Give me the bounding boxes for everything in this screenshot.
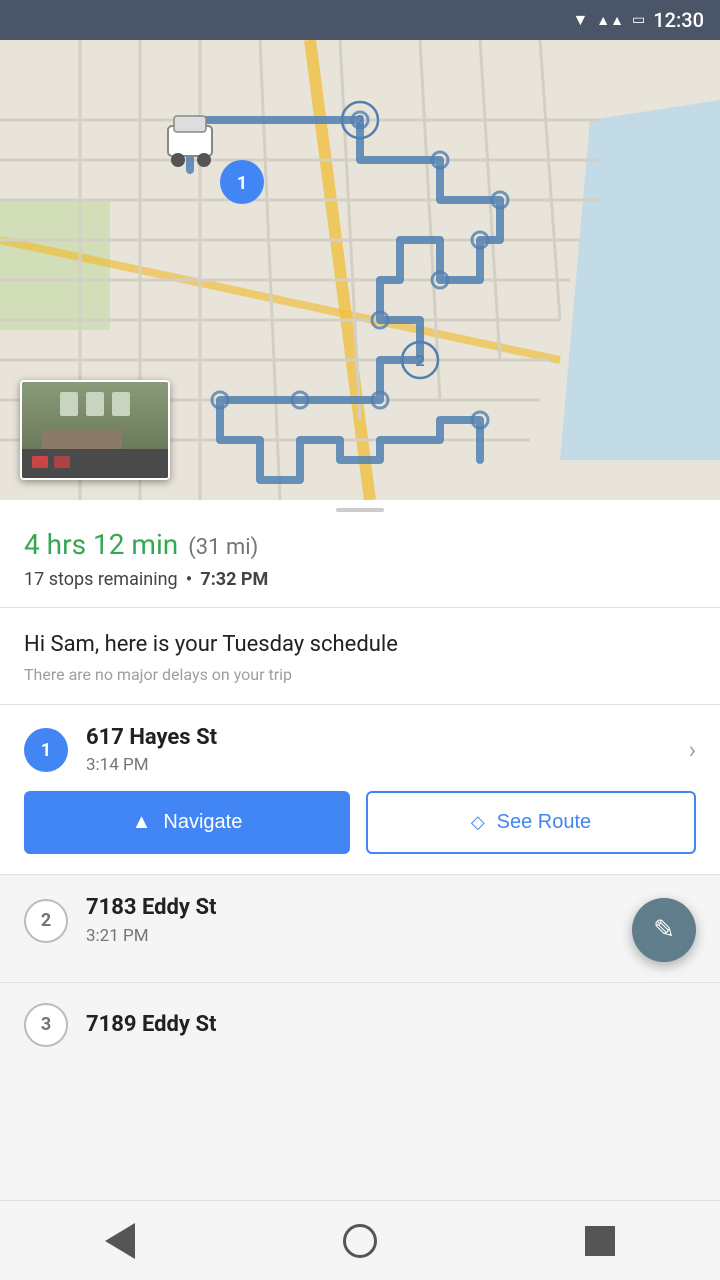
status-icons: ▼ ▲▲ ▭ 12:30 xyxy=(572,8,704,32)
stop-chevron-1[interactable]: › xyxy=(689,736,696,764)
back-icon xyxy=(105,1223,135,1259)
stop-address-3: 7189 Eddy St xyxy=(86,1012,696,1038)
stop-info-3: 7189 Eddy St xyxy=(86,1012,696,1038)
schedule-greeting: Hi Sam, here is your Tuesday schedule xyxy=(24,632,696,657)
stop-info-2: 7183 Eddy St 3:21 PM xyxy=(86,895,696,945)
svg-text:1: 1 xyxy=(237,173,247,194)
see-route-button[interactable]: ◇ See Route xyxy=(366,791,696,854)
fab-container: ✎ xyxy=(632,898,696,962)
stops-remaining-label: 17 stops remaining xyxy=(24,569,178,590)
stop-badge-2: 2 xyxy=(24,899,68,943)
stop-info-1: 617 Hayes St 3:14 PM xyxy=(86,725,671,775)
duration-label: 4 hrs 12 min xyxy=(24,528,178,561)
schedule-delay-status: There are no major delays on your trip xyxy=(24,665,696,684)
stop-nav-button[interactable] xyxy=(570,1211,630,1271)
street-photo-thumbnail[interactable] xyxy=(20,380,170,480)
signal-icon: ▲▲ xyxy=(596,12,624,29)
home-nav-button[interactable] xyxy=(330,1211,390,1271)
battery-icon: ▭ xyxy=(632,12,645,28)
drag-handle[interactable] xyxy=(0,500,720,516)
separator-dot: • xyxy=(186,567,193,591)
action-buttons-1: ▲ Navigate ◇ See Route xyxy=(24,791,696,854)
stop-item-1: 1 617 Hayes St 3:14 PM › ▲ Navigate ◇ Se… xyxy=(0,705,720,875)
navigate-icon: ▲ xyxy=(132,811,152,834)
status-bar: ▼ ▲▲ ▭ 12:30 xyxy=(0,0,720,40)
stop-badge-3: 3 xyxy=(24,1003,68,1047)
stop-time-2: 3:21 PM xyxy=(86,926,696,946)
route-icon: ◇ xyxy=(471,812,485,833)
stop-icon xyxy=(585,1226,615,1256)
stop-item-2: 2 7183 Eddy St 3:21 PM ✎ xyxy=(0,875,720,982)
status-time: 12:30 xyxy=(653,8,704,32)
stop-badge-1: 1 xyxy=(24,728,68,772)
stop-item-3-preview: 3 7189 Eddy St xyxy=(0,983,720,1047)
edit-icon: ✎ xyxy=(653,915,675,945)
wifi-icon: ▼ xyxy=(572,10,588,30)
time-info-section: 4 hrs 12 min (31 mi) 17 stops remaining … xyxy=(0,516,720,608)
schedule-section: Hi Sam, here is your Tuesday schedule Th… xyxy=(0,608,720,705)
navigate-button[interactable]: ▲ Navigate xyxy=(24,791,350,854)
eta-label: 7:32 PM xyxy=(200,569,268,590)
back-nav-button[interactable] xyxy=(90,1211,150,1271)
svg-text:2: 2 xyxy=(355,111,364,130)
edit-fab-button[interactable]: ✎ xyxy=(632,898,696,962)
home-icon xyxy=(343,1224,377,1258)
stop-time-1: 3:14 PM xyxy=(86,755,671,775)
svg-text:2: 2 xyxy=(415,351,424,370)
navigation-bar xyxy=(0,1200,720,1280)
bottom-panel: 4 hrs 12 min (31 mi) 17 stops remaining … xyxy=(0,500,720,1047)
distance-label: (31 mi) xyxy=(188,535,258,560)
stop-address-1: 617 Hayes St xyxy=(86,725,671,751)
stop-address-2: 7183 Eddy St xyxy=(86,895,696,921)
map-view[interactable]: 2 2 1 xyxy=(0,40,720,500)
